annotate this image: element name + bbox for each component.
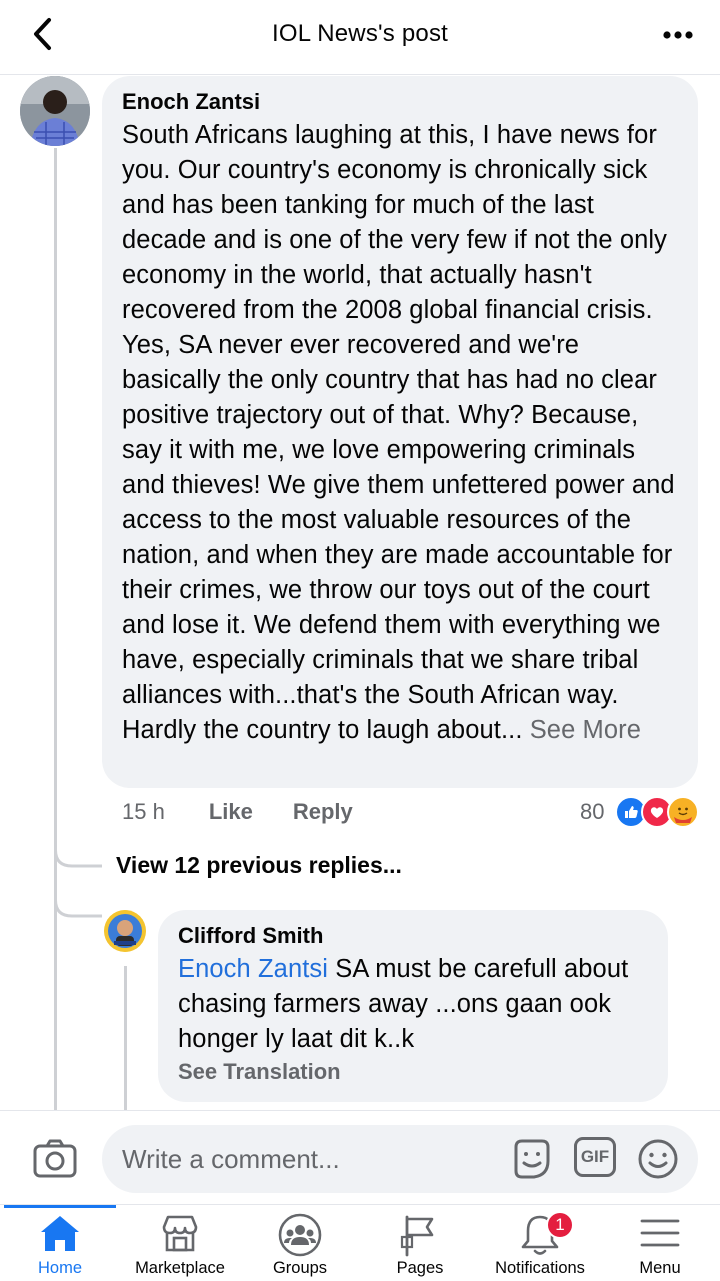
nav-pages-label: Pages bbox=[396, 1259, 444, 1277]
comment-body: South Africans laughing at this, I have … bbox=[122, 121, 675, 744]
mention-link[interactable]: Enoch Zantsi bbox=[178, 955, 328, 983]
pages-flag-icon bbox=[400, 1215, 434, 1257]
comment-bubble[interactable]: Enoch Zantsi South Africans laughing at … bbox=[102, 76, 698, 788]
reaction-count[interactable]: 80 bbox=[580, 796, 604, 828]
reply-bubble[interactable]: Clifford Smith Enoch Zantsi SA must be c… bbox=[158, 910, 668, 1102]
nav-groups[interactable]: Groups bbox=[240, 1205, 360, 1281]
nav-notifications-label: Notifications bbox=[495, 1259, 585, 1277]
nav-menu-label: Menu bbox=[639, 1259, 681, 1277]
more-horizontal-icon bbox=[663, 31, 693, 39]
profile-photo-icon bbox=[20, 76, 90, 146]
home-icon bbox=[41, 1216, 79, 1251]
more-options-button[interactable] bbox=[658, 20, 698, 50]
reply-text: Enoch Zantsi SA must be carefull about c… bbox=[178, 952, 648, 1057]
avatar[interactable] bbox=[20, 76, 90, 146]
like-button[interactable]: Like bbox=[209, 799, 253, 825]
nav-menu[interactable]: Menu bbox=[600, 1205, 720, 1281]
thread-connector bbox=[54, 830, 102, 918]
nav-marketplace-label: Marketplace bbox=[135, 1259, 225, 1277]
top-bar: IOL News's post bbox=[0, 0, 720, 75]
notification-badge: 1 bbox=[546, 1211, 574, 1239]
gif-label: GIF bbox=[580, 1147, 610, 1166]
marketplace-icon bbox=[162, 1215, 198, 1252]
reply-button[interactable]: Reply bbox=[293, 799, 353, 825]
sticker-icon[interactable] bbox=[510, 1137, 554, 1181]
nav-notifications[interactable]: 1 Notifications bbox=[480, 1205, 600, 1281]
reply-author[interactable]: Clifford Smith bbox=[178, 922, 648, 950]
gif-button[interactable]: GIF bbox=[574, 1137, 616, 1177]
nav-home-label: Home bbox=[37, 1259, 82, 1277]
reaction-icons[interactable] bbox=[615, 796, 701, 828]
nav-pages[interactable]: Pages bbox=[360, 1205, 480, 1281]
profile-photo-icon bbox=[104, 910, 146, 952]
nav-marketplace[interactable]: Marketplace bbox=[120, 1205, 240, 1281]
page-title: IOL News's post bbox=[271, 20, 449, 47]
groups-icon bbox=[278, 1213, 322, 1257]
nav-groups-label: Groups bbox=[272, 1259, 328, 1277]
comment-text: South Africans laughing at this, I have … bbox=[122, 118, 678, 748]
menu-icon bbox=[640, 1219, 680, 1247]
comment-timestamp: 15 h bbox=[122, 799, 165, 824]
view-previous-replies-link[interactable]: View 12 previous replies... bbox=[116, 852, 402, 879]
see-translation-link[interactable]: See Translation bbox=[178, 1059, 648, 1085]
nav-home[interactable]: Home bbox=[0, 1205, 120, 1281]
thread-line bbox=[54, 148, 57, 1110]
see-more-link[interactable]: See More bbox=[530, 716, 641, 744]
bottom-navigation: Home Marketplace Groups Pages 1 Notifica… bbox=[0, 1204, 720, 1281]
emoji-icon[interactable] bbox=[636, 1137, 680, 1181]
reply-thread-line bbox=[124, 966, 127, 1110]
avatar[interactable] bbox=[104, 910, 146, 952]
care-reaction-icon bbox=[667, 796, 699, 828]
camera-icon[interactable] bbox=[32, 1137, 78, 1181]
comment-author[interactable]: Enoch Zantsi bbox=[122, 88, 678, 116]
comment-actions: 15 h Like Reply bbox=[122, 796, 393, 828]
comment-composer: GIF bbox=[0, 1110, 720, 1205]
